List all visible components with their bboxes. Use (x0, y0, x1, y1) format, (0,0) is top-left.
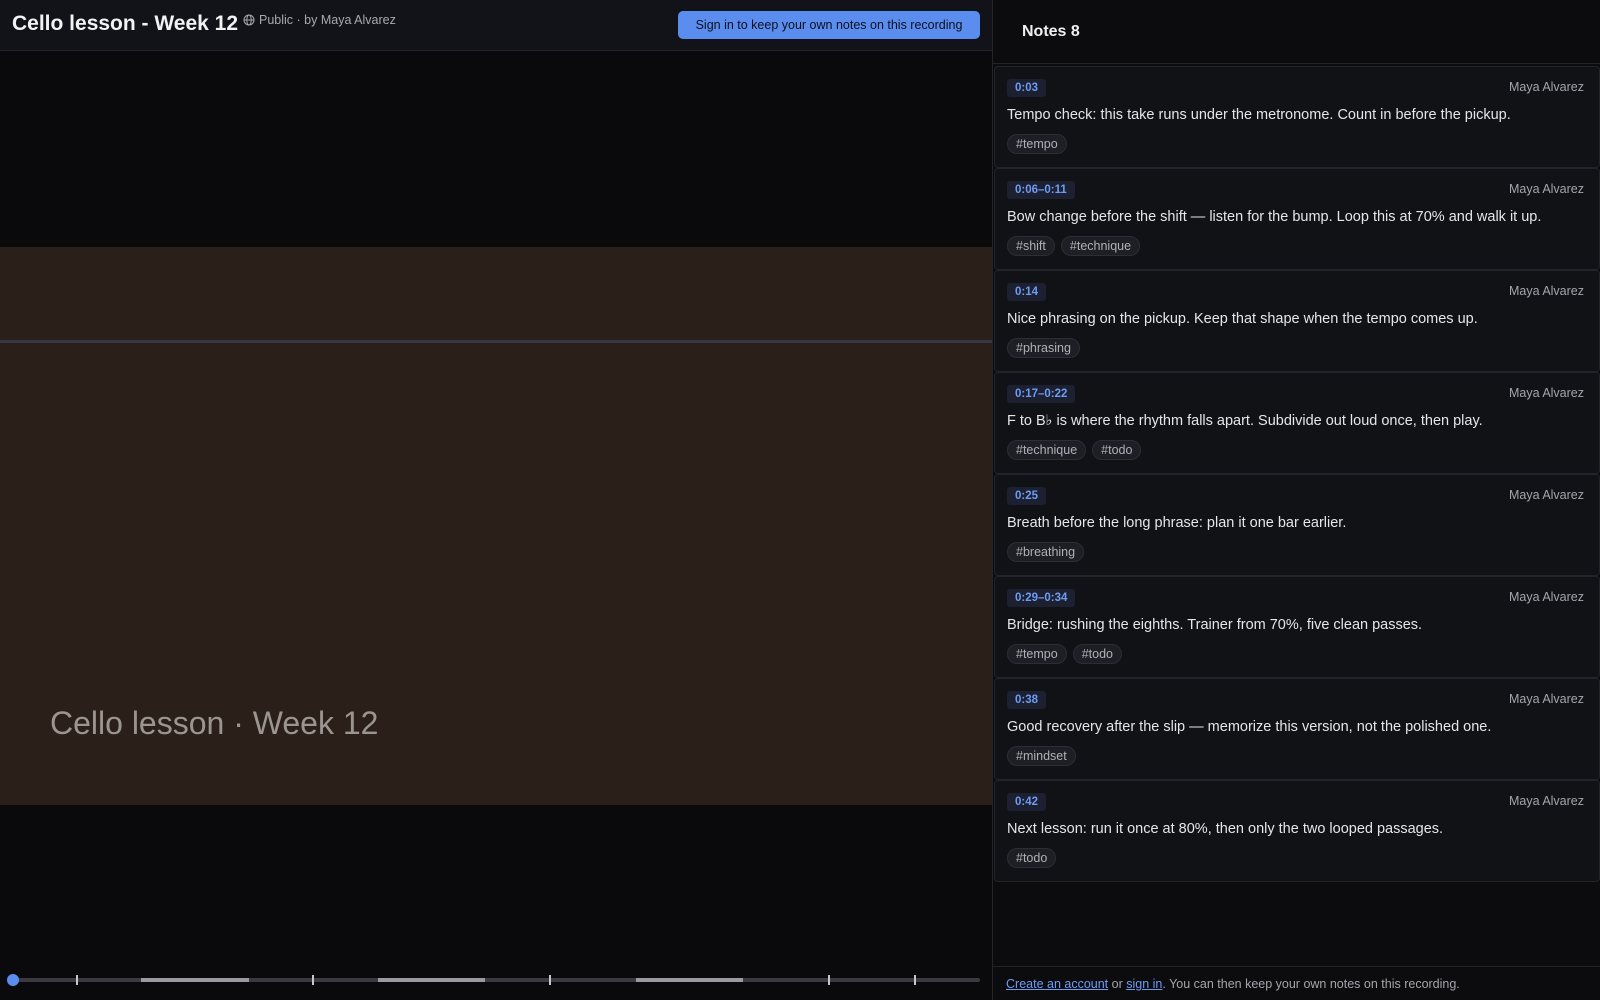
visibility-text: Public · by Maya Alvarez (259, 13, 396, 27)
footer-text: Create an account or sign in. You can th… (1006, 977, 1460, 991)
note-card[interactable]: 0:29–0:34 Maya Alvarez Bridge: rushing the… (994, 576, 1600, 678)
note-text: Breath before the long phrase: plan it o… (1007, 515, 1347, 531)
timeline-loop-range[interactable] (141, 978, 249, 982)
note-text: Nice phrasing on the pickup. Keep that s… (1007, 311, 1478, 327)
note-text: Bridge: rushing the eighths. Trainer fro… (1007, 617, 1423, 633)
timeline-note-marker[interactable] (76, 975, 78, 985)
timeline-note-marker[interactable] (312, 975, 314, 985)
note-timestamp[interactable]: 0:38 (1007, 691, 1047, 709)
note-text: Good recovery after the slip — memorize … (1007, 719, 1492, 735)
sign-in-button[interactable]: Sign in to keep your own notes on this r… (678, 11, 980, 39)
note-timestamp[interactable]: 0:03 (1007, 79, 1047, 97)
note-text: Bow change before the shift — listen for… (1007, 209, 1542, 225)
note-card[interactable]: 0:17–0:22 Maya Alvarez F to B♭ is where th… (994, 372, 1600, 474)
playhead-knob[interactable] (7, 974, 19, 986)
note-tags: #phrasing (1007, 338, 1080, 358)
note-tags: #technique #todo (1007, 440, 1142, 460)
note-author: Maya Alvarez (1508, 182, 1584, 196)
note-tag[interactable]: #todo (1072, 644, 1122, 664)
video-caption: Cello lesson · Week 12 (50, 705, 379, 741)
note-timestamp[interactable]: 0:42 (1007, 793, 1047, 811)
footer-rest: . You can then keep your own notes on th… (1162, 977, 1460, 991)
notes-footer: Create an account or sign in. You can th… (993, 966, 1600, 1000)
notes-header: Notes 8 (993, 0, 1600, 64)
note-tags: #tempo #todo (1007, 644, 1122, 664)
note-tags: #breathing (1007, 542, 1085, 562)
note-text: Next lesson: run it once at 80%, then on… (1007, 821, 1444, 837)
note-tag[interactable]: #shift (1007, 236, 1055, 256)
video-divider (0, 340, 992, 343)
timeline-loop-range[interactable] (636, 978, 743, 982)
note-author: Maya Alvarez (1508, 794, 1584, 808)
app: Cello lesson - Week 12 Public · by Maya … (0, 0, 1600, 1000)
sign-in-link[interactable]: sign in (1126, 977, 1162, 991)
timeline-note-marker[interactable] (914, 975, 916, 985)
note-tag[interactable]: #todo (1007, 848, 1057, 868)
note-tags: #shift #technique (1007, 236, 1141, 256)
create-account-link[interactable]: Create an account (1006, 977, 1108, 991)
note-tags: #mindset (1007, 746, 1076, 766)
note-author: Maya Alvarez (1508, 590, 1584, 604)
note-author: Maya Alvarez (1508, 284, 1584, 298)
video-frame[interactable]: Cello lesson · Week 12 (0, 247, 992, 805)
note-tag[interactable]: #breathing (1007, 542, 1085, 562)
note-text: Tempo check: this take runs under the me… (1007, 107, 1511, 123)
note-timestamp[interactable]: 0:06–0:11 (1007, 181, 1075, 199)
note-author: Maya Alvarez (1508, 692, 1584, 706)
timeline-loop-range[interactable] (378, 978, 485, 982)
timeline-scrubber[interactable] (7, 974, 980, 986)
top-bar: Cello lesson - Week 12 Public · by Maya … (0, 0, 992, 51)
note-tag[interactable]: #tempo (1007, 644, 1067, 664)
notes-panel: Notes 8 0:03 Maya Alvarez Tempo check: thi… (992, 0, 1600, 1000)
timeline-note-marker[interactable] (549, 975, 551, 985)
timeline-note-marker[interactable] (828, 975, 830, 985)
note-timestamp[interactable]: 0:25 (1007, 487, 1047, 505)
notes-title: Notes 8 (1022, 23, 1080, 40)
note-tag[interactable]: #phrasing (1007, 338, 1080, 358)
note-card[interactable]: 0:06–0:11 Maya Alvarez Bow change before t… (994, 168, 1600, 270)
page-title: Cello lesson - Week 12 (12, 12, 239, 35)
footer-or: or (1108, 977, 1127, 991)
player-area: Cello lesson - Week 12 Public · by Maya … (0, 0, 992, 1000)
note-author: Maya Alvarez (1508, 386, 1584, 400)
note-tag[interactable]: #technique (1007, 440, 1087, 460)
note-author: Maya Alvarez (1508, 80, 1584, 94)
note-tags: #tempo (1007, 134, 1067, 154)
note-tag[interactable]: #tempo (1007, 134, 1067, 154)
visibility-meta: Public · by Maya Alvarez (243, 13, 396, 27)
note-card[interactable]: 0:42 Maya Alvarez Next lesson: run it once… (994, 780, 1600, 882)
note-timestamp[interactable]: 0:17–0:22 (1007, 385, 1076, 403)
note-timestamp[interactable]: 0:14 (1007, 283, 1047, 301)
note-author: Maya Alvarez (1508, 488, 1584, 502)
globe-icon (243, 14, 255, 26)
note-card[interactable]: 0:25 Maya Alvarez Breath before the long p… (994, 474, 1600, 576)
note-card[interactable]: 0:03 Maya Alvarez Tempo check: this take r… (994, 66, 1600, 168)
notes-list: 0:03 Maya Alvarez Tempo check: this take r… (994, 66, 1600, 882)
note-tags: #todo (1007, 848, 1057, 868)
note-tag[interactable]: #todo (1092, 440, 1142, 460)
note-tag[interactable]: #mindset (1007, 746, 1076, 766)
note-timestamp[interactable]: 0:29–0:34 (1007, 589, 1076, 607)
note-card[interactable]: 0:14 Maya Alvarez Nice phrasing on the pic… (994, 270, 1600, 372)
note-text: F to B♭ is where the rhythm falls apart.… (1007, 413, 1483, 429)
note-card[interactable]: 0:38 Maya Alvarez Good recovery after the … (994, 678, 1600, 780)
note-tag[interactable]: #technique (1060, 236, 1141, 256)
